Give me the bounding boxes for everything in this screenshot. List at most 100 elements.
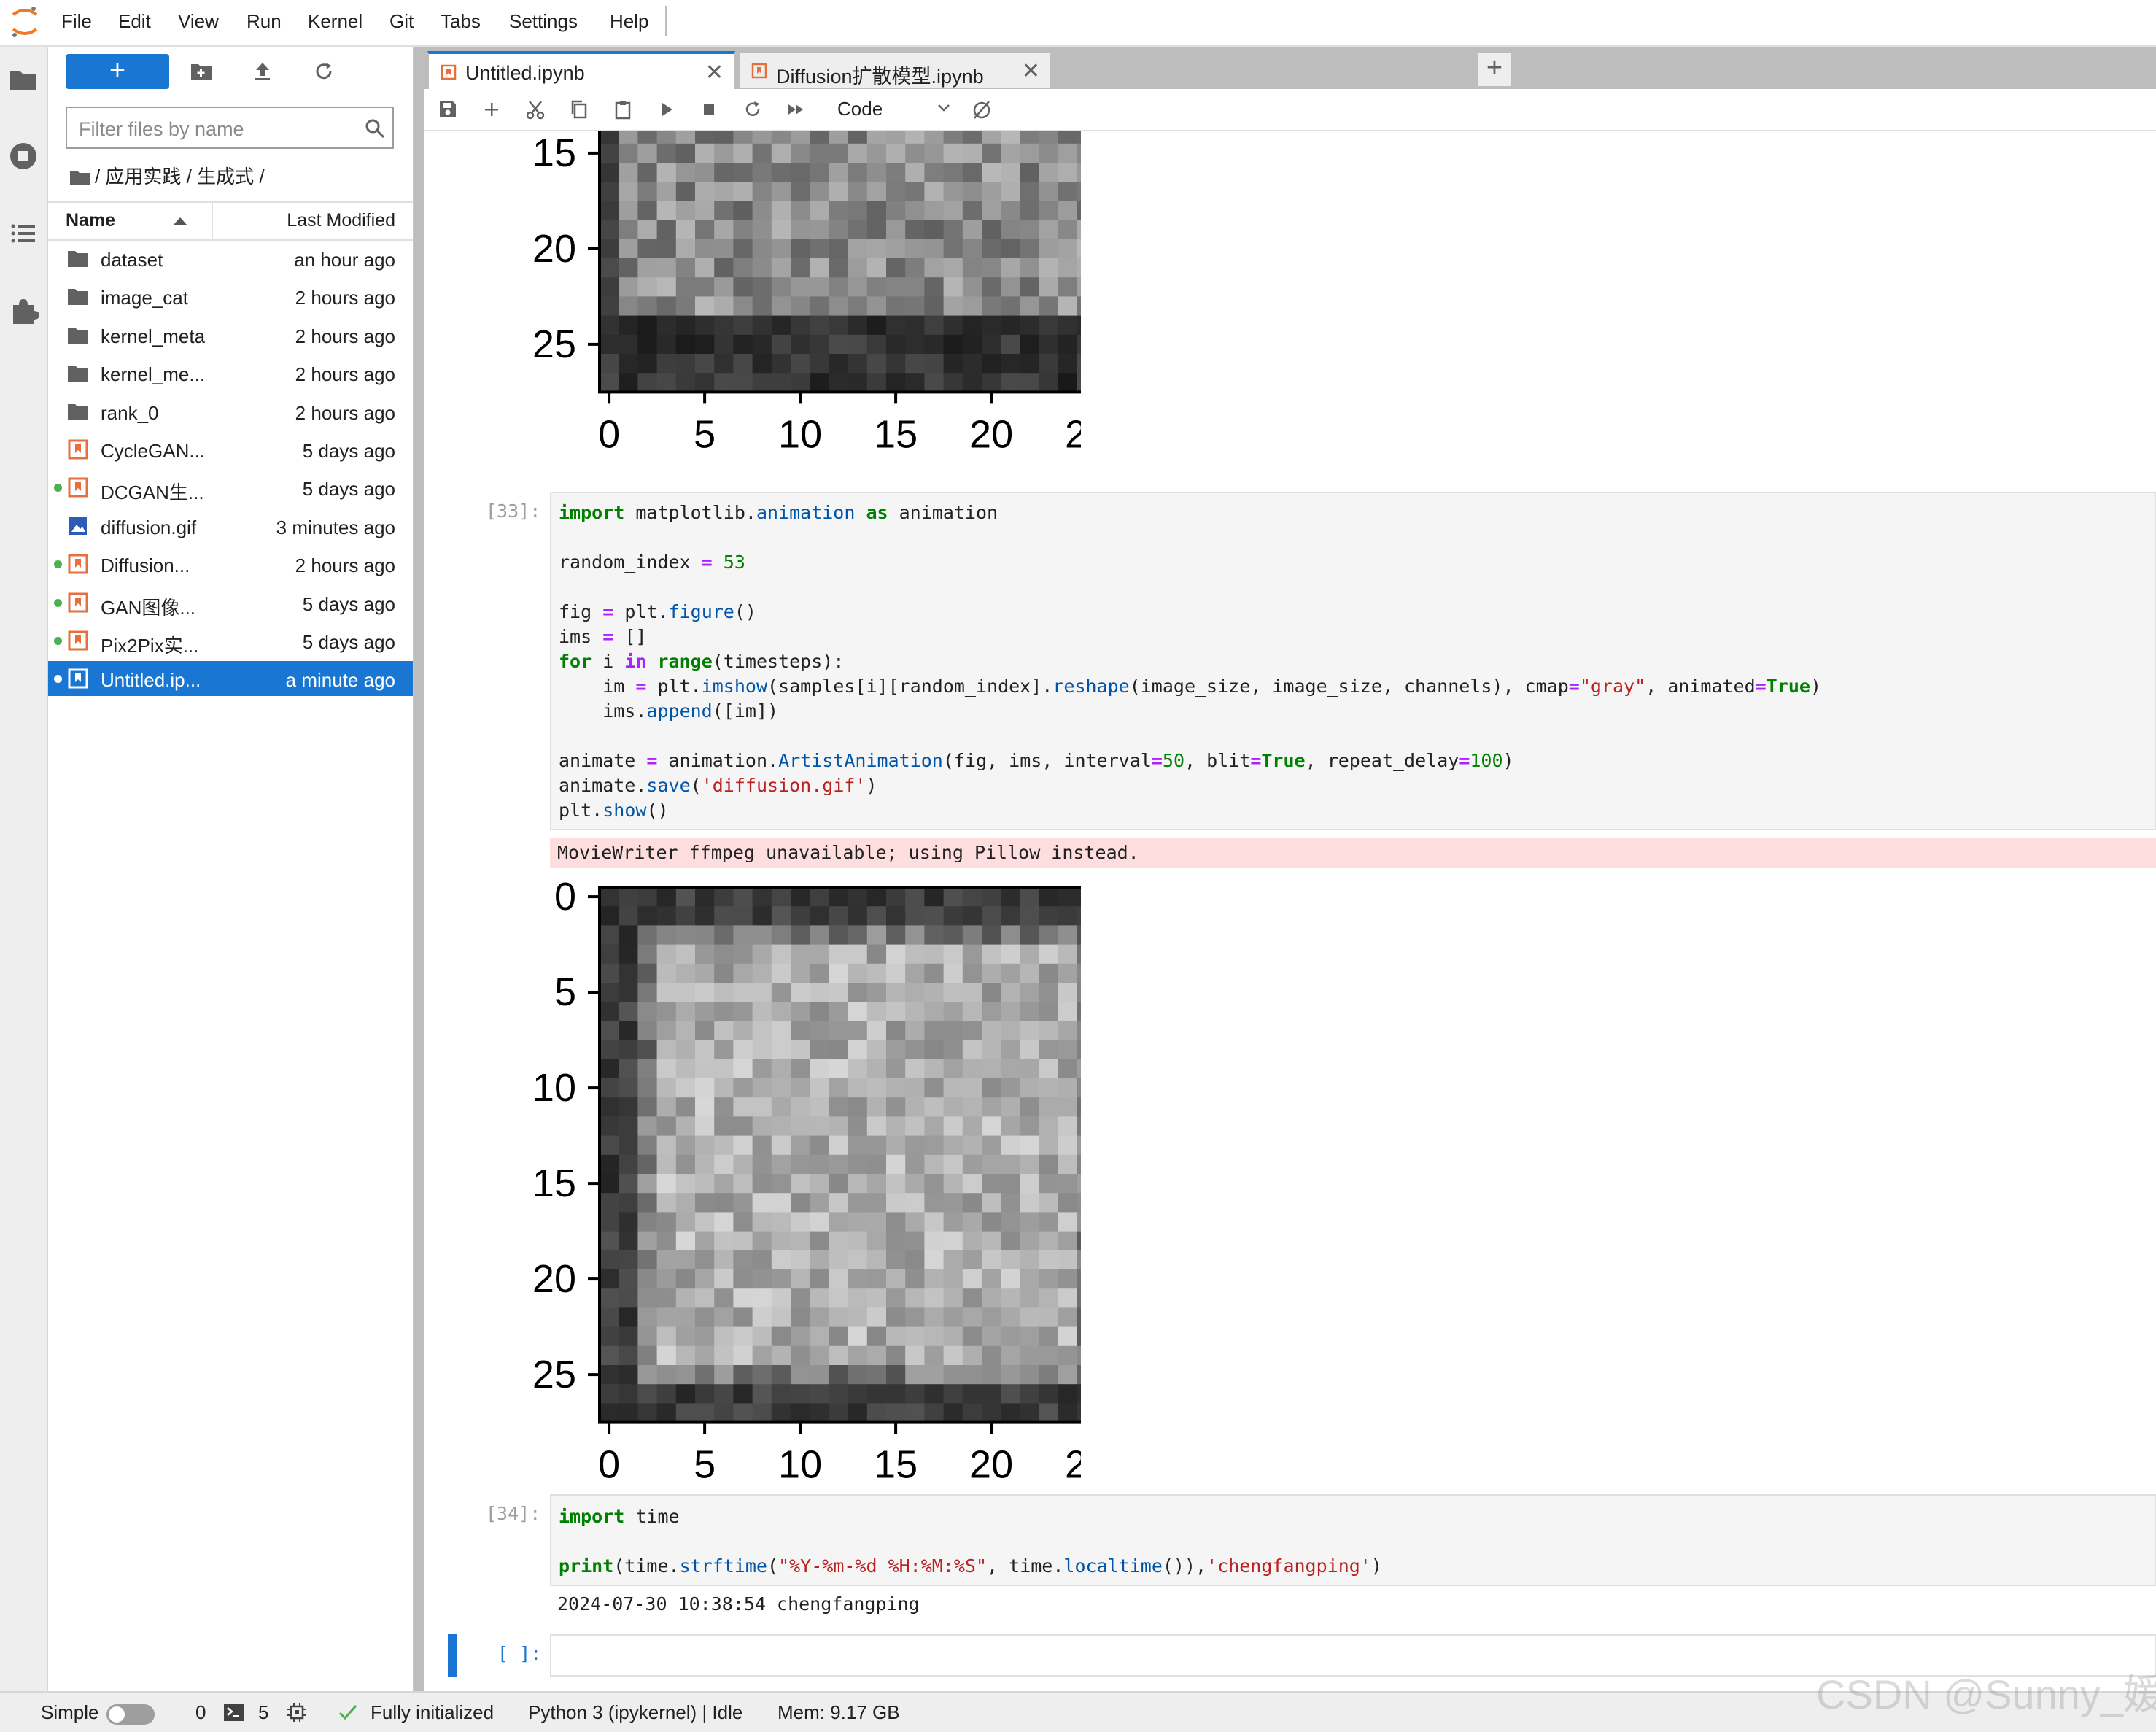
- menu-settings[interactable]: Settings: [509, 10, 578, 33]
- file-modified: 3 minutes ago: [276, 516, 395, 538]
- heatmap-pixel: [982, 201, 1001, 221]
- heatmap-pixel: [962, 1059, 982, 1079]
- interrupt-kernel-icon[interactable]: [697, 98, 721, 121]
- menu-git[interactable]: Git: [389, 10, 414, 33]
- file-list-item[interactable]: image_cat 2 hours ago: [48, 279, 413, 314]
- kernel-status[interactable]: Python 3 (ipykernel) | Idle: [528, 1701, 742, 1724]
- menu-view[interactable]: View: [178, 10, 219, 33]
- kernel-chip-icon[interactable]: [286, 1701, 308, 1723]
- file-list-item[interactable]: Untitled.ip... a minute ago: [48, 661, 413, 697]
- heatmap-pixel: [714, 163, 734, 182]
- copy-icon[interactable]: [567, 98, 591, 121]
- heatmap-pixel: [829, 1154, 849, 1175]
- file-list-item[interactable]: kernel_me... 2 hours ago: [48, 355, 413, 390]
- heatmap-pixel: [848, 258, 868, 278]
- column-name-header[interactable]: Name: [66, 210, 115, 231]
- heatmap-pixel: [619, 906, 638, 926]
- terminal-icon[interactable]: [223, 1701, 245, 1723]
- heatmap-pixel: [791, 1174, 810, 1194]
- tab-untitled-notebook[interactable]: Untitled.ipynb ✕: [427, 51, 735, 89]
- chevron-down-icon: [938, 104, 950, 112]
- code-cell-34[interactable]: import time print(time.strftime("%Y-%m-%…: [550, 1494, 2156, 1586]
- heatmap-pixel: [1058, 1040, 1078, 1060]
- column-last-modified-header[interactable]: Last Modified: [287, 210, 395, 231]
- panel-splitter[interactable]: [414, 47, 424, 1691]
- new-launcher-button[interactable]: +: [66, 54, 169, 89]
- heatmap-pixel: [962, 334, 982, 355]
- file-list-item[interactable]: dataset an hour ago: [48, 241, 413, 276]
- terminal-count[interactable]: 0: [195, 1701, 206, 1724]
- git-diff-icon[interactable]: [970, 98, 993, 121]
- file-list-item[interactable]: rank_0 2 hours ago: [48, 394, 413, 429]
- heatmap-pixel: [905, 315, 925, 336]
- heatmap-pixel: [848, 1154, 868, 1175]
- file-list-item[interactable]: DCGAN生... 5 days ago: [48, 470, 413, 505]
- close-tab-icon[interactable]: ✕: [1022, 58, 1040, 84]
- file-list-item[interactable]: Diffusion... 2 hours ago: [48, 546, 413, 581]
- heatmap-pixel: [714, 1288, 734, 1308]
- heatmap-pixel: [848, 925, 868, 946]
- restart-run-all-icon[interactable]: [785, 98, 808, 121]
- heatmap-pixel: [752, 1250, 772, 1270]
- running-kernels-icon[interactable]: [7, 140, 39, 172]
- file-list-item[interactable]: GAN图像... 5 days ago: [48, 585, 413, 620]
- heatmap-pixel: [905, 983, 925, 1002]
- heatmap-pixel: [886, 239, 906, 259]
- code-editor[interactable]: import time print(time.strftime("%Y-%m-%…: [559, 1504, 1382, 1579]
- kernel-count[interactable]: 5: [258, 1701, 268, 1724]
- menu-tabs[interactable]: Tabs: [441, 10, 481, 33]
- tab-diffusion-notebook[interactable]: Diffusion扩散模型.ipynb ✕: [738, 51, 1052, 89]
- cell-type-dropdown[interactable]: Code: [837, 96, 961, 123]
- extension-manager-icon[interactable]: [7, 295, 39, 327]
- file-list-item[interactable]: CycleGAN... 5 days ago: [48, 432, 413, 467]
- notebook-icon: [751, 63, 767, 79]
- heatmap-pixel: [619, 963, 638, 983]
- menu-help[interactable]: Help: [610, 10, 648, 33]
- heatmap-pixel: [982, 1154, 1001, 1175]
- heatmap-pixel: [752, 1116, 772, 1137]
- heatmap-pixel: [982, 1002, 1001, 1021]
- menu-edit[interactable]: Edit: [118, 10, 151, 33]
- heatmap-pixel: [810, 887, 829, 907]
- upload-icon[interactable]: [251, 60, 274, 83]
- folder-icon[interactable]: [7, 64, 39, 96]
- run-cell-icon[interactable]: [655, 98, 678, 121]
- restart-kernel-icon[interactable]: [741, 98, 764, 121]
- heatmap-output-bottom: 0 5 10 15 20 25 0 5 10 15 20 25: [532, 875, 1081, 1487]
- file-list-item[interactable]: diffusion.gif 3 minutes ago: [48, 509, 413, 544]
- filter-box: [66, 107, 394, 149]
- file-list-item[interactable]: Pix2Pix实... 5 days ago: [48, 623, 413, 658]
- insert-cell-plus-icon[interactable]: [480, 98, 503, 121]
- heatmap-pixel: [1001, 1269, 1020, 1289]
- heatmap-pixel: [752, 1403, 772, 1423]
- menu-file[interactable]: File: [61, 10, 92, 33]
- refresh-icon[interactable]: [312, 60, 336, 83]
- table-of-contents-icon[interactable]: [7, 217, 39, 250]
- filter-files-input[interactable]: [77, 117, 357, 142]
- close-tab-icon[interactable]: ✕: [705, 60, 724, 85]
- file-list-item[interactable]: kernel_meta 2 hours ago: [48, 317, 413, 352]
- heatmap-pixel: [637, 258, 658, 278]
- paste-icon[interactable]: [611, 98, 635, 121]
- simple-mode-toggle[interactable]: [106, 1704, 155, 1725]
- heatmap-pixel: [886, 925, 906, 946]
- heatmap-pixel: [637, 1174, 658, 1194]
- menu-kernel[interactable]: Kernel: [308, 10, 362, 33]
- save-icon[interactable]: [436, 98, 459, 121]
- new-folder-icon[interactable]: [190, 60, 213, 83]
- heatmap-pixel: [1001, 1326, 1020, 1347]
- heatmap-pixel: [656, 239, 677, 259]
- column-divider[interactable]: [212, 203, 213, 239]
- heatmap-pixel: [866, 1403, 887, 1423]
- new-tab-plus-icon[interactable]: +: [1478, 53, 1511, 86]
- breadcrumb-path[interactable]: / 应用实践 / 生成式 /: [95, 166, 265, 187]
- menu-run[interactable]: Run: [247, 10, 282, 33]
- cut-icon[interactable]: [524, 98, 547, 121]
- git-status-icon[interactable]: [337, 1701, 360, 1723]
- code-editor[interactable]: import matplotlib.animation as animation…: [559, 500, 1821, 823]
- heatmap-pixel: [771, 1269, 791, 1289]
- heatmap-pixel: [962, 1345, 982, 1366]
- search-icon[interactable]: [365, 118, 385, 139]
- code-cell-33[interactable]: import matplotlib.animation as animation…: [550, 492, 2156, 830]
- home-folder-icon[interactable]: [70, 169, 90, 185]
